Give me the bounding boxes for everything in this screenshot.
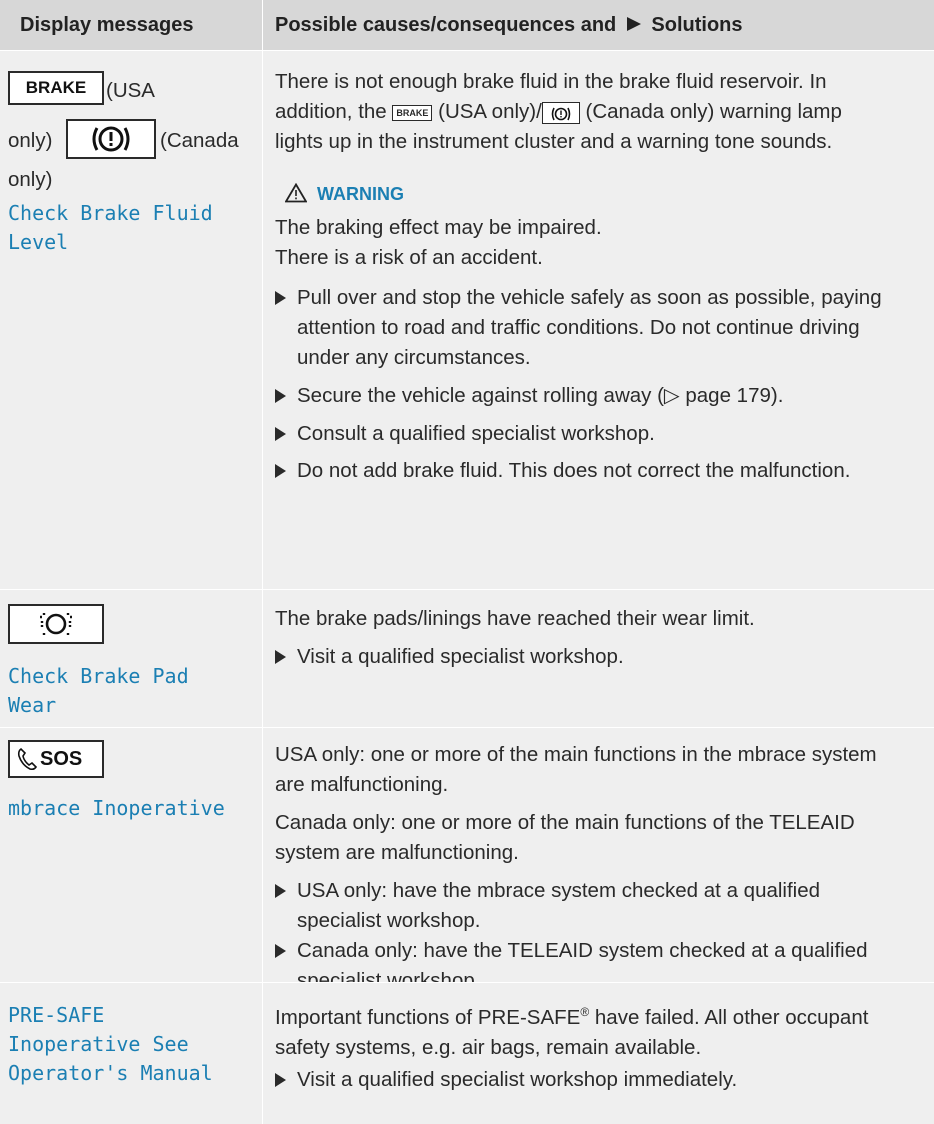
message-check-brake-pad-wear: Check Brake Pad Wear (8, 664, 189, 717)
brake-pad-wear-icon (8, 604, 104, 644)
causes-cell: The brake pads/linings have reached thei… (263, 590, 934, 727)
display-message-cell: PRE-SAFE Inoperative See Operator's Manu… (0, 983, 262, 1124)
message-check-brake-fluid: Check Brake Fluid Level (8, 201, 213, 254)
list-item: Consult a qualified specialist workshop. (275, 419, 928, 449)
list-item: Pull over and stop the vehicle safely as… (275, 283, 928, 373)
solution-arrow-icon (626, 17, 641, 31)
brake-warning-circle-icon (66, 119, 156, 159)
causes-cell: Important functions of PRE-SAFE® have fa… (263, 983, 934, 1124)
sos-call-icon: SOS (8, 740, 104, 778)
list-item: Do not add brake fluid. This does not co… (275, 456, 928, 486)
display-message-cell: SOS mbrace Inoperative (0, 728, 262, 982)
list-item: Visit a qualified specialist workshop. (275, 642, 928, 672)
brake-mini-circle-icon (541, 101, 580, 124)
table-header: Display messages Possible causes/consequ… (0, 0, 934, 50)
table-row: SOS mbrace Inoperative USA only: one or … (0, 728, 934, 992)
table-row: PRE-SAFE Inoperative See Operator's Manu… (0, 983, 934, 1124)
warning-heading: WARNING (275, 182, 404, 205)
causes-cell: There is not enough brake fluid in the b… (263, 51, 934, 589)
header-display-messages: Display messages (20, 14, 194, 36)
message-pre-safe-inoperative: PRE-SAFE Inoperative See Operator's Manu… (8, 1003, 213, 1085)
brake-warning-icon: BRAKE (8, 71, 104, 105)
list-item: Secure the vehicle against rolling away … (275, 381, 928, 411)
phone-icon (17, 747, 38, 771)
causes-cell: USA only: one or more of the main functi… (263, 728, 934, 992)
display-message-cell: Check Brake Pad Wear (0, 590, 262, 727)
brake-mini-icon: BRAKE (392, 104, 433, 121)
header-causes: Possible causes/consequences and Solutio… (275, 14, 743, 36)
display-message-cell: BRAKE (USA only) (Canada only) Check Bra… (0, 51, 262, 589)
list-item: Visit a qualified specialist workshop im… (275, 1065, 928, 1095)
table-row: Check Brake Pad Wear The brake pads/lini… (0, 590, 934, 727)
warning-triangle-icon (284, 182, 308, 203)
list-item: USA only: have the mbrace system checked… (275, 876, 928, 936)
message-mbrace-inoperative: mbrace Inoperative (8, 796, 225, 820)
table-row: BRAKE (USA only) (Canada only) Check Bra… (0, 51, 934, 589)
